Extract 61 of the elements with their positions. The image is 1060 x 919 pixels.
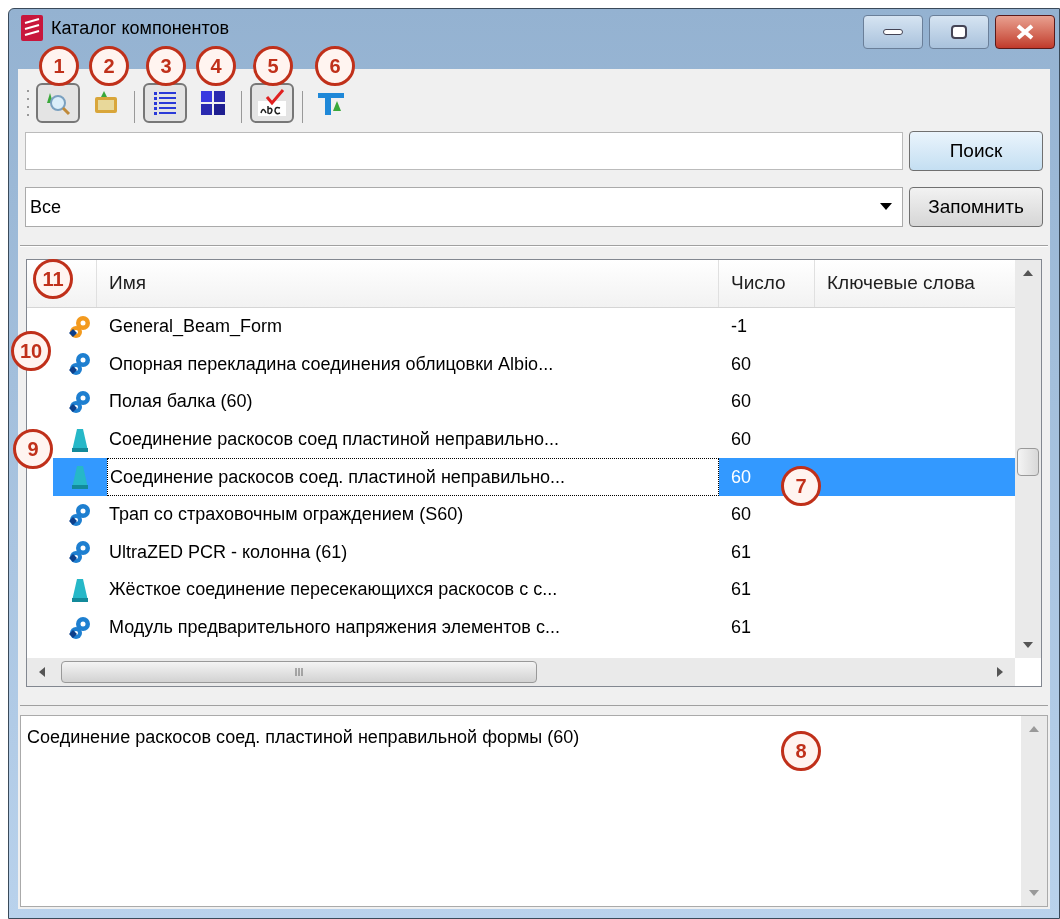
search-field[interactable] bbox=[25, 132, 903, 170]
list-row[interactable]: Трап со страховочным ограждением (S60) 60 bbox=[53, 495, 781, 534]
count-cell-text: -1 bbox=[730, 315, 747, 339]
column-header[interactable]: Ключевые слова bbox=[815, 260, 1015, 307]
column-header[interactable]: Имя bbox=[97, 260, 719, 307]
name-cell-text: Опорная перекладина соединения облицовки Albio... bbox=[108, 352, 555, 376]
name-cell-text: Соединение раскосов соед пластиной неправильно... bbox=[108, 428, 561, 452]
list-row[interactable]: Соединение раскосов соед. пластиной неправильно... 60 bbox=[53, 458, 781, 496]
name-cell-text: Трап со страховочным ограждением (S60) bbox=[108, 503, 465, 527]
scroll-up-icon bbox=[1023, 270, 1033, 276]
scroll-down-icon bbox=[1029, 890, 1039, 896]
scroll-down-icon bbox=[1023, 642, 1033, 648]
name-cell: Соединение раскосов соед. пластиной неправильно... bbox=[107, 458, 719, 496]
vertical-scrollbar[interactable] bbox=[1021, 716, 1047, 906]
scroll-left-icon bbox=[39, 667, 45, 677]
window-title: Каталог компонентов bbox=[51, 17, 230, 40]
count-cell-text: 60 bbox=[730, 428, 752, 452]
spell-tool-button[interactable] bbox=[250, 83, 294, 123]
spell-check-icon bbox=[257, 89, 287, 117]
description-text: Соединение раскосов соед. пластиной неправильной формы (60) bbox=[27, 727, 580, 747]
tiles-icon bbox=[199, 89, 227, 117]
filter-dropdown[interactable]: Все bbox=[25, 187, 903, 227]
list-tool-button[interactable] bbox=[143, 83, 187, 123]
name-cell-text: Полая балка (60) bbox=[108, 390, 254, 414]
vertical-scrollbar[interactable] bbox=[1015, 260, 1041, 658]
list-row[interactable]: General_Beam_Form -1 bbox=[53, 308, 781, 346]
horizontal-scrollbar[interactable] bbox=[27, 658, 1015, 686]
list-row[interactable]: Модуль предварительного напряжения элементов с... 61 bbox=[53, 608, 781, 647]
close-icon bbox=[1015, 24, 1035, 40]
name-cell-text: Жёсткое соединение пересекающихся раскосов с с... bbox=[108, 578, 559, 602]
count-cell-text: 60 bbox=[730, 503, 752, 527]
find-tool-button[interactable] bbox=[36, 83, 80, 123]
count-cell-text: 61 bbox=[730, 616, 752, 640]
scroll-up-icon bbox=[1029, 726, 1039, 732]
list-row[interactable]: Соединение раскосов соед пластиной неправильно... 60 bbox=[53, 420, 781, 459]
name-cell-text: Модуль предварительного напряжения элементов с... bbox=[108, 616, 561, 640]
list-row[interactable]: Полая балка (60) 60 bbox=[53, 383, 781, 421]
search-button[interactable]: Поиск bbox=[909, 131, 1043, 171]
dropdown-arrow-icon bbox=[880, 203, 892, 211]
name-cell-text: General_Beam_Form bbox=[108, 315, 284, 339]
maximize-button[interactable] bbox=[929, 15, 989, 49]
count-cell-text: 60 bbox=[730, 390, 752, 414]
remember-button[interactable]: Запомнить bbox=[909, 187, 1043, 227]
app-logo-icon bbox=[21, 15, 43, 41]
count-cell-text: 60 bbox=[730, 465, 752, 489]
list-icon bbox=[151, 89, 179, 117]
list-row[interactable]: UltraZED PCR - колонна (61) 61 bbox=[53, 533, 781, 572]
close-button[interactable] bbox=[995, 15, 1055, 49]
list-row[interactable]: Опорная перекладина соединения облицовки Albio... 60 bbox=[53, 345, 781, 384]
cone-icon bbox=[70, 463, 90, 492]
count-cell-text: 61 bbox=[730, 540, 752, 564]
scroll-right-icon bbox=[997, 667, 1003, 677]
column-header[interactable]: Число bbox=[719, 260, 815, 307]
name-cell-text: UltraZED PCR - колонна (61) bbox=[108, 540, 349, 564]
count-cell-text: 61 bbox=[730, 578, 752, 602]
count-cell-text: 60 bbox=[730, 352, 752, 376]
grip-icon bbox=[295, 668, 303, 676]
list-row[interactable]: Жёсткое соединение пересекающихся раскосов с с... 61 bbox=[53, 571, 781, 609]
scrollbar-thumb[interactable] bbox=[1017, 448, 1039, 476]
scrollbar-thumb[interactable] bbox=[61, 661, 537, 683]
minimize-button[interactable] bbox=[863, 15, 923, 49]
